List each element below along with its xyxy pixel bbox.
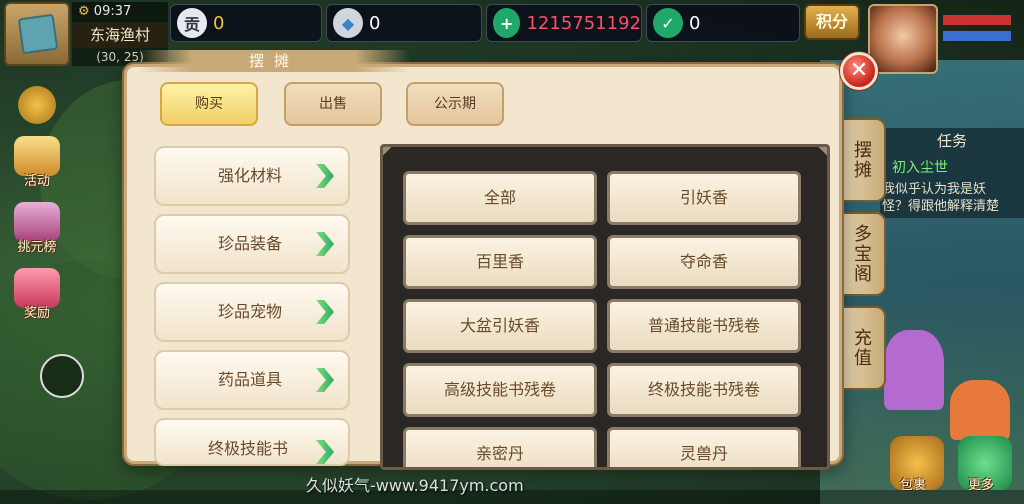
item-intimacy-pill[interactable]: 亲密丹 <box>403 427 597 467</box>
task-desc-2: 怪？得跟他解释清楚 <box>882 199 1000 214</box>
category-rare-pets[interactable]: 珍品宠物 <box>154 282 350 342</box>
close-icon: ✕ <box>849 58 869 83</box>
currency-value: 0 <box>213 12 225 34</box>
category-enhance-materials[interactable]: 强化材料 <box>154 146 350 206</box>
item-grid[interactable]: 全部 引妖香 百里香 夺命香 大盆引妖香 普通技能书残卷 高级技能书残卷 终极技… <box>380 144 830 470</box>
currency-silver: ◆ 0 <box>326 4 482 42</box>
reward-button[interactable]: 奖励 <box>8 268 66 321</box>
gear-icon: ⚙ <box>78 4 90 19</box>
clock-time: 09:37 <box>93 4 132 19</box>
collapse-button[interactable] <box>8 86 66 124</box>
category-label: 强化材料 <box>218 166 283 185</box>
item-normal-skillbook-fragment[interactable]: 普通技能书残卷 <box>607 299 801 353</box>
chevron-right-icon <box>316 368 334 392</box>
chevron-right-icon <box>316 164 334 188</box>
item-spirit-beast-pill[interactable]: 灵兽丹 <box>607 427 801 467</box>
item-all[interactable]: 全部 <box>403 171 597 225</box>
item-lure-incense[interactable]: 引妖香 <box>607 171 801 225</box>
corner-ornament <box>383 147 392 156</box>
tribute-icon: 贡 <box>177 8 207 38</box>
tab-stall[interactable]: 摆摊 <box>838 118 886 202</box>
hp-bar <box>942 14 1012 26</box>
world-map-button[interactable] <box>4 2 70 66</box>
dialog-title: 摆摊 <box>138 50 410 72</box>
close-button[interactable]: ✕ <box>840 52 878 90</box>
item-advanced-skillbook-fragment[interactable]: 高级技能书残卷 <box>403 363 597 417</box>
score-button[interactable]: 积分 <box>804 4 860 40</box>
category-ultimate-skill-books[interactable]: 终极技能书 <box>154 418 350 466</box>
activity-label: 活动 <box>23 174 50 189</box>
bg-coral <box>950 380 1010 440</box>
reward-label: 奖励 <box>23 306 50 321</box>
category-potions-items[interactable]: 药品道具 <box>154 350 350 410</box>
ranking-label: 挑元榜 <box>17 240 57 255</box>
category-rare-equipment[interactable]: 珍品装备 <box>154 214 350 274</box>
player-avatar[interactable] <box>868 4 938 74</box>
mp-bar <box>942 30 1012 42</box>
chat-bubble-icon[interactable] <box>40 354 84 398</box>
jade-coin-locked-icon: ✓ <box>653 8 683 38</box>
currency-bound-jade: ✓ 0 <box>646 4 800 42</box>
clock: ⚙ 09:37 <box>72 2 168 22</box>
task-desc-1: 我似乎认为我是妖 <box>882 182 987 197</box>
category-label: 珍品宠物 <box>218 302 283 321</box>
category-label: 药品道具 <box>218 370 283 389</box>
corner-ornament <box>818 147 827 156</box>
category-label: 终极技能书 <box>208 439 289 458</box>
chevron-right-icon <box>316 440 334 464</box>
tab-treasure-pavilion[interactable]: 多宝阁 <box>838 212 886 296</box>
tab-public-period[interactable]: 公示期 <box>406 82 504 126</box>
chevron-down-icon <box>18 86 56 124</box>
tab-recharge[interactable]: 充值 <box>838 306 886 390</box>
item-ultimate-skillbook-fragment[interactable]: 终极技能书残卷 <box>607 363 801 417</box>
item-deadly-incense[interactable]: 夺命香 <box>607 235 801 289</box>
item-big-lure-incense[interactable]: 大盆引妖香 <box>403 299 597 353</box>
watermark: 久似妖气-www.9417ym.com <box>306 476 524 495</box>
currency-value: 1215751192 <box>526 12 641 34</box>
map-scroll-icon <box>17 13 59 55</box>
chevron-right-icon <box>316 300 334 324</box>
task-panel[interactable]: 任务 初入尘世 我似乎认为我是妖 怪？得跟他解释清楚 <box>880 128 1024 218</box>
task-title: 任务 <box>936 132 967 150</box>
currency-value: 0 <box>689 12 701 34</box>
category-label: 珍品装备 <box>218 234 283 253</box>
ranking-button[interactable]: 挑元榜 <box>8 202 66 255</box>
currency-value: 0 <box>369 12 381 34</box>
currency-tribute: 贡 0 <box>170 4 322 42</box>
chevron-right-icon <box>316 232 334 256</box>
jade-coin-add-icon[interactable]: + <box>493 8 521 38</box>
tab-buy[interactable]: 购买 <box>160 82 258 126</box>
currency-jade: + 1215751192 <box>486 4 642 42</box>
tab-sell[interactable]: 出售 <box>284 82 382 126</box>
activity-button[interactable]: 活动 <box>8 136 66 189</box>
silver-ingot-icon[interactable]: ◆ <box>333 8 363 38</box>
task-name: 初入尘世 <box>892 160 948 176</box>
bg-coral <box>884 330 944 410</box>
location-name: 东海渔村 <box>72 22 168 48</box>
item-thyme-incense[interactable]: 百里香 <box>403 235 597 289</box>
